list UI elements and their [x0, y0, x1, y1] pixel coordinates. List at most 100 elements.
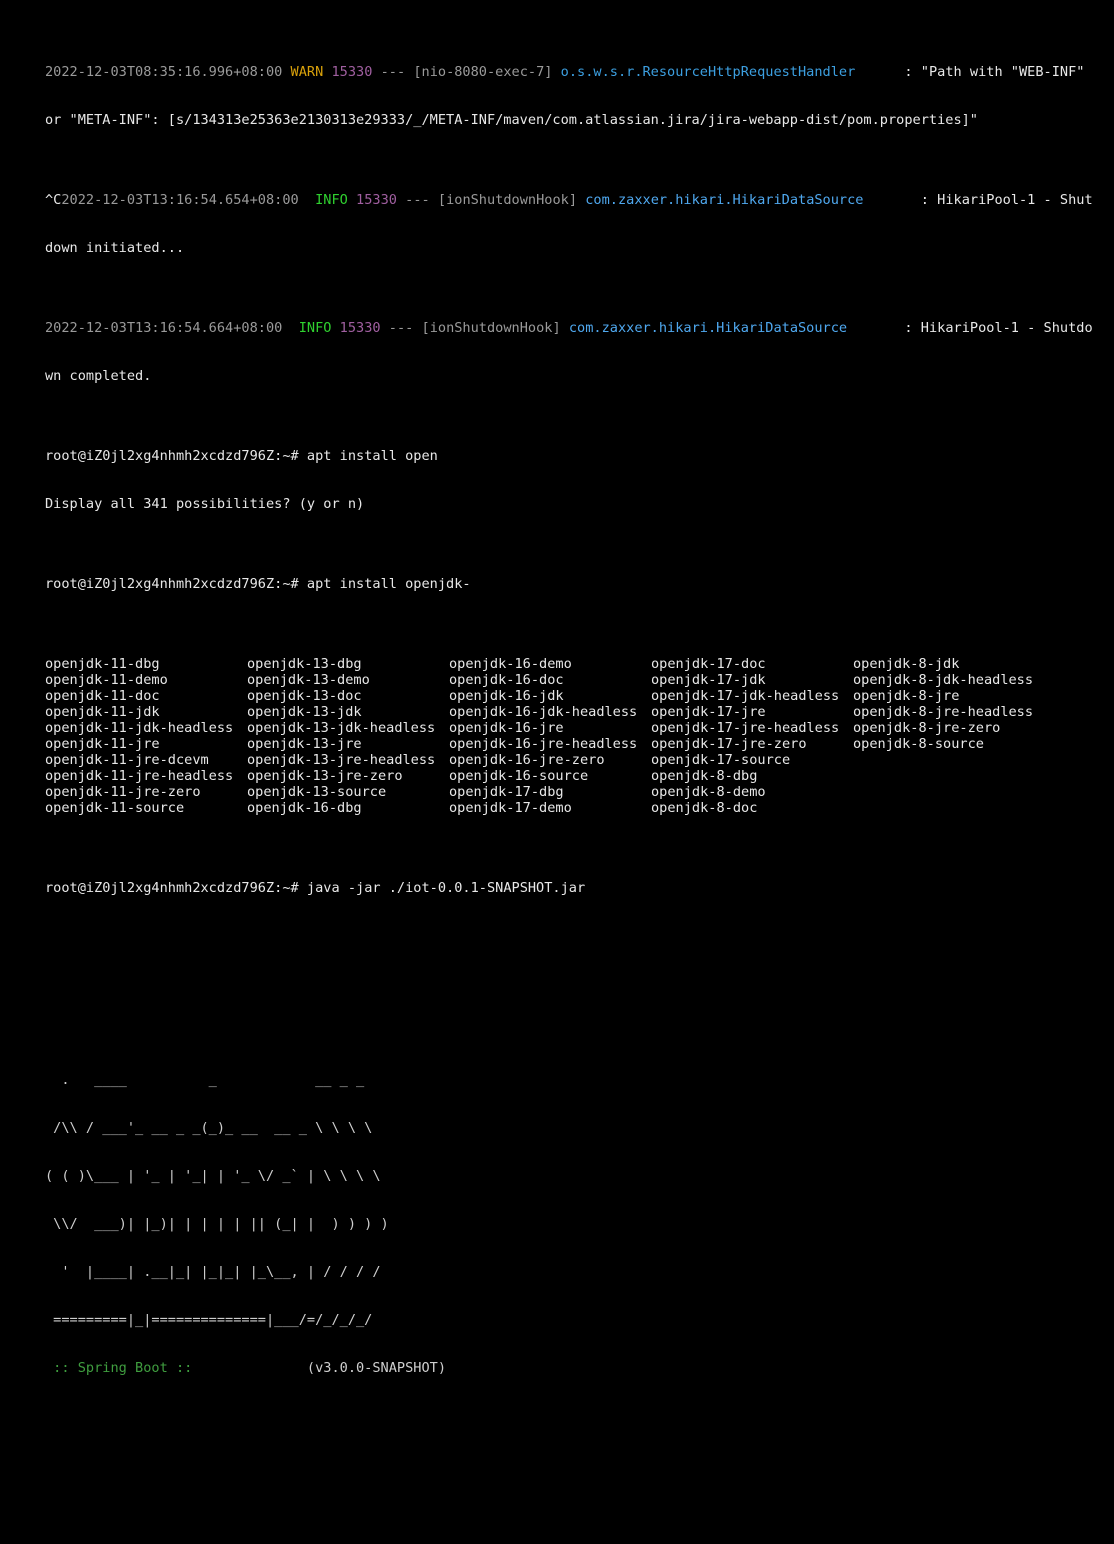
package-name: openjdk-8-jre	[853, 688, 960, 704]
spring-banner-line-3: ( ( )\___ | '_ | '_| | '_ \/ _` | \ \ \ …	[45, 1168, 1093, 1184]
log-message: "Path with "WEB-INF"	[920, 64, 1085, 80]
log-logger: com.zaxxer.hikari.HikariDataSource	[585, 192, 864, 208]
package-name: openjdk-11-jre-zero	[45, 784, 201, 800]
log-message: HikariPool-1 - Shut	[937, 192, 1093, 208]
terminal-window[interactable]: 2022-12-03T08:35:16.996+08:00 WARN 15330…	[0, 0, 1114, 1376]
package-name: openjdk-16-source	[449, 768, 589, 784]
log-line-hikari-shutdown: ^C2022-12-03T13:16:54.654+08:00 INFO 153…	[45, 192, 1093, 208]
package-name: openjdk-16-jdk	[449, 688, 564, 704]
package-name: openjdk-11-doc	[45, 688, 160, 704]
banner-art: ' |____| .__|_| |_|_| |_\__, | / / / /	[45, 1264, 381, 1280]
log-level: INFO	[315, 192, 348, 208]
package-name: openjdk-11-jdk-headless	[45, 720, 234, 736]
log-line-hikari-shutdown-wrap: down initiated...	[45, 240, 1093, 256]
log-timestamp: 2022-12-03T08:35:16.996+08:00	[45, 64, 283, 80]
command-text: apt install open	[306, 448, 438, 464]
log-timestamp: 2022-12-03T13:16:54.654+08:00	[61, 192, 299, 208]
banner-art: /\\ / ___'_ __ _ _(_)_ __ __ _ \ \ \ \	[45, 1120, 373, 1136]
command-line-java-run[interactable]: root@iZ0jl2xg4nhmh2xcdzd796Z:~# java -ja…	[45, 880, 1093, 896]
package-name: openjdk-16-demo	[449, 656, 572, 672]
package-name: openjdk-17-jdk-headless	[651, 688, 840, 704]
package-name: openjdk-16-jre-zero	[449, 752, 605, 768]
package-name: openjdk-17-jre	[651, 704, 766, 720]
package-name: openjdk-11-demo	[45, 672, 168, 688]
log-pid: 15330	[331, 64, 373, 80]
spring-banner-line-1: . ____ _ __ _ _	[45, 1072, 1093, 1088]
terminal-screen[interactable]: 2022-12-03T08:35:16.996+08:00 WARN 15330…	[45, 0, 1093, 1544]
package-name: openjdk-13-jdk-headless	[247, 720, 436, 736]
log-message-continued: down initiated...	[45, 240, 185, 256]
banner-art: \\/ ___)| |_)| | | | | || (_| | ) ) ) )	[45, 1216, 389, 1232]
log-message-continued: or "META-INF": [s/134313e25363e2130313e2…	[45, 112, 978, 128]
log-colon: :	[904, 320, 913, 336]
package-name: openjdk-16-jdk-headless	[449, 704, 638, 720]
package-name: openjdk-11-dbg	[45, 656, 160, 672]
package-name: openjdk-8-demo	[651, 784, 766, 800]
package-name: openjdk-13-source	[247, 784, 387, 800]
package-completion-list: openjdk-11-dbg openjdk-13-dbg openjdk-16-d…	[45, 656, 1093, 816]
package-name: openjdk-17-doc	[651, 656, 766, 672]
package-name: openjdk-17-dbg	[449, 784, 564, 800]
banner-art: ( ( )\___ | '_ | '_| | '_ \/ _` | \ \ \ …	[45, 1168, 381, 1184]
package-name: openjdk-11-source	[45, 800, 185, 816]
command-line-apt-openjdk[interactable]: root@iZ0jl2xg4nhmh2xcdzd796Z:~# apt inst…	[45, 576, 1093, 592]
package-list-row: openjdk-11-jre-dcevm openjdk-13-jre-headl…	[45, 752, 1093, 768]
command-text: java -jar ./iot-0.0.1-SNAPSHOT.jar	[306, 880, 586, 896]
package-list-row: openjdk-11-jdk openjdk-13-jdk openjdk-16-j…	[45, 704, 1093, 720]
log-thread: [ionShutdownHook]	[421, 320, 561, 336]
log-level: INFO	[298, 320, 332, 336]
log-level: WARN	[290, 64, 324, 80]
package-name: openjdk-11-jdk	[45, 704, 160, 720]
package-name: openjdk-17-jdk	[651, 672, 766, 688]
log-thread: [nio-8080-exec-7]	[413, 64, 553, 80]
spring-banner-line-5: ' |____| .__|_| |_|_| |_\__, | / / / /	[45, 1264, 1093, 1280]
shell-prompt: root@iZ0jl2xg4nhmh2xcdzd796Z:~#	[45, 576, 299, 592]
package-name: openjdk-13-demo	[247, 672, 370, 688]
spring-banner-line-4: \\/ ___)| |_)| | | | | || (_| | ) ) ) )	[45, 1216, 1093, 1232]
log-message-continued: wn completed.	[45, 368, 152, 384]
log-separator: ---	[388, 320, 414, 336]
package-list-row: openjdk-11-jdk-headless openjdk-13-jdk-he…	[45, 720, 1093, 736]
log-line-warn: 2022-12-03T08:35:16.996+08:00 WARN 15330…	[45, 64, 1093, 80]
log-pid: 15330	[356, 192, 397, 208]
package-list-row: openjdk-11-doc openjdk-13-doc openjdk-16-j…	[45, 688, 1093, 704]
spring-banner-line-6: =========|_|==============|___/=/_/_/_/	[45, 1312, 1093, 1328]
log-pid: 15330	[339, 320, 381, 336]
log-message: HikariPool-1 - Shutdo	[920, 320, 1093, 336]
package-list-row: openjdk-11-jre-headless openjdk-13-jre-ze…	[45, 768, 1093, 784]
package-name: openjdk-13-doc	[247, 688, 362, 704]
package-name: openjdk-11-jre-dcevm	[45, 752, 209, 768]
pad	[855, 64, 904, 80]
spring-boot-version: (v3.0.0-SNAPSHOT)	[200, 1360, 447, 1376]
log-line-warn-wrap: or "META-INF": [s/134313e25363e2130313e2…	[45, 112, 1093, 128]
completion-prompt-text: Display all 341 possibilities? (y or n)	[45, 496, 365, 512]
spring-banner-label-line: :: Spring Boot :: (v3.0.0-SNAPSHOT)	[45, 1360, 1093, 1376]
package-name: openjdk-17-jre-headless	[651, 720, 840, 736]
package-name: openjdk-13-jre-zero	[247, 768, 403, 784]
log-colon: :	[920, 192, 929, 208]
package-name: openjdk-13-dbg	[247, 656, 362, 672]
package-list-row: openjdk-11-jre openjdk-13-jre openjdk-16-j…	[45, 736, 1093, 752]
banner-art: =========|_|==============|___/=/_/_/_/	[45, 1312, 373, 1328]
package-name: openjdk-8-doc	[651, 800, 758, 816]
package-name: openjdk-8-jdk	[853, 656, 960, 672]
shell-prompt: root@iZ0jl2xg4nhmh2xcdzd796Z:~#	[45, 880, 299, 896]
spring-banner-line-2: /\\ / ___'_ __ _ _(_)_ __ __ _ \ \ \ \	[45, 1120, 1093, 1136]
package-list-row: openjdk-11-dbg openjdk-13-dbg openjdk-16-d…	[45, 656, 1093, 672]
package-name: openjdk-8-source	[853, 736, 984, 752]
command-line-apt-open[interactable]: root@iZ0jl2xg4nhmh2xcdzd796Z:~# apt inst…	[45, 448, 1093, 464]
log-colon: :	[904, 64, 913, 80]
